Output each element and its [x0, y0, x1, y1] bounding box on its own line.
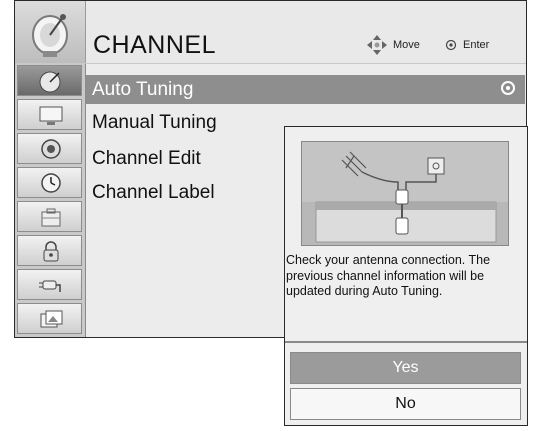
move-arrows-icon: [367, 35, 387, 55]
sidebar-item-channel[interactable]: [17, 65, 82, 96]
sidebar-item-audio[interactable]: [17, 133, 82, 164]
speaker-icon: [41, 139, 61, 159]
enter-dot-icon: [445, 39, 457, 51]
dialog-divider: [285, 341, 527, 343]
picture-icon: [40, 310, 63, 328]
monitor-icon: [39, 106, 63, 125]
sidebar-item-usb[interactable]: [17, 303, 82, 334]
menu-item-label: Channel Edit: [92, 148, 201, 169]
menu-item-label: Auto Tuning: [92, 79, 194, 100]
sidebar-item-lock[interactable]: [17, 235, 82, 266]
enter-hint: Enter: [463, 39, 490, 51]
sidebar: [15, 64, 86, 337]
yes-button[interactable]: Yes: [290, 352, 521, 384]
satellite-dish-icon: [32, 14, 68, 57]
antenna-diagram-icon: [302, 142, 508, 243]
briefcase-icon: [41, 208, 61, 227]
sidebar-item-time[interactable]: [17, 167, 82, 198]
clock-icon: [41, 173, 61, 193]
padlock-icon: [43, 241, 59, 262]
page-title: CHANNEL: [93, 31, 216, 59]
sidebar-item-option[interactable]: [17, 201, 82, 232]
sidebar-item-picture[interactable]: [17, 99, 82, 130]
auto-tuning-dialog: Check your antenna connection. The previ…: [284, 126, 528, 426]
menu-item-label: Manual Tuning: [92, 112, 217, 133]
header-icon-box: [15, 1, 86, 63]
menu-header: CHANNEL Move Enter: [15, 1, 526, 64]
move-hint: Move: [393, 39, 420, 51]
dialog-message: Check your antenna connection. The previ…: [286, 253, 491, 298]
plug-icon: [39, 280, 61, 292]
menu-item-label: Channel Label: [92, 182, 215, 203]
select-indicator-icon: [501, 81, 515, 95]
antenna-connection-illustration: [301, 141, 509, 246]
no-button[interactable]: No: [290, 388, 521, 420]
menu-item-auto-tuning[interactable]: Auto Tuning: [86, 75, 525, 104]
satellite-dish-icon: [39, 71, 61, 93]
sidebar-item-input[interactable]: [17, 269, 82, 300]
